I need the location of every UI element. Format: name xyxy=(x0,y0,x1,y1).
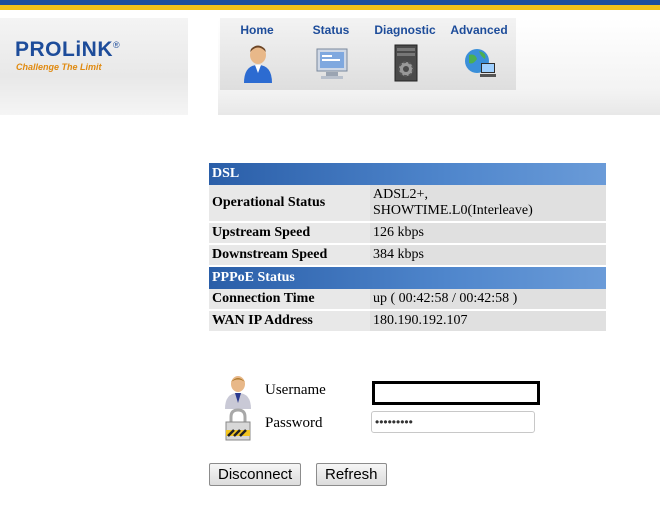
tab-home-label: Home xyxy=(240,23,274,37)
nav-bar: Home Status Diagnostic Advanced xyxy=(218,18,660,115)
globe-pc-icon xyxy=(465,49,496,77)
monitor-icon xyxy=(316,48,348,79)
brand-tagline: Challenge The Limit xyxy=(16,62,102,72)
top-gold-stripe xyxy=(0,5,660,10)
dsl-section-header: DSL xyxy=(209,163,606,185)
status-table: DSL Operational Status ADSL2+, SHOWTIME.… xyxy=(209,163,606,333)
tab-status[interactable]: Status xyxy=(294,18,368,90)
operational-status-value: ADSL2+, SHOWTIME.L0(Interleave) xyxy=(370,185,606,223)
downstream-speed-label: Downstream Speed xyxy=(209,244,370,267)
tab-advanced[interactable]: Advanced xyxy=(442,18,516,90)
refresh-button[interactable]: Refresh xyxy=(316,463,387,486)
disconnect-button[interactable]: Disconnect xyxy=(209,463,302,486)
pppoe-section-header: PPPoE Status xyxy=(209,266,606,289)
logo-panel: PROLiNK® Challenge The Limit xyxy=(0,18,188,115)
dsl-title: DSL xyxy=(209,163,606,185)
tab-status-label: Status xyxy=(312,23,350,37)
tab-home[interactable]: Home xyxy=(220,18,294,90)
password-input[interactable] xyxy=(371,411,535,433)
connection-time-label: Connection Time xyxy=(209,289,370,311)
lock-icon xyxy=(225,408,251,441)
downstream-speed-value: 384 kbps xyxy=(370,244,606,267)
table-row: Downstream Speed 384 kbps xyxy=(209,244,606,267)
upstream-speed-value: 126 kbps xyxy=(370,222,606,245)
username-input[interactable] xyxy=(372,381,540,405)
username-label: Username xyxy=(265,382,326,398)
table-row: Upstream Speed 126 kbps xyxy=(209,222,606,245)
login-form: Username Password xyxy=(218,372,558,442)
upstream-speed-label: Upstream Speed xyxy=(209,222,370,245)
user-icon xyxy=(244,45,272,83)
wan-ip-label: WAN IP Address xyxy=(209,310,370,333)
table-row: Operational Status ADSL2+, SHOWTIME.L0(I… xyxy=(209,185,606,223)
user-icon xyxy=(225,376,251,409)
operational-status-label: Operational Status xyxy=(209,185,370,223)
pppoe-title: PPPoE Status xyxy=(209,266,606,289)
gear-server-icon xyxy=(394,44,418,82)
table-row: WAN IP Address 180.190.192.107 xyxy=(209,310,606,333)
brand-logo: PROLiNK® xyxy=(15,38,121,61)
wan-ip-value: 180.190.192.107 xyxy=(370,310,606,333)
tab-diagnostic-label: Diagnostic xyxy=(374,23,436,37)
connection-time-value: up ( 00:42:58 / 00:42:58 ) xyxy=(370,289,606,311)
password-label: Password xyxy=(265,415,323,431)
table-row: Connection Time up ( 00:42:58 / 00:42:58… xyxy=(209,289,606,311)
tab-diagnostic[interactable]: Diagnostic xyxy=(368,18,442,90)
tab-advanced-label: Advanced xyxy=(450,23,508,37)
